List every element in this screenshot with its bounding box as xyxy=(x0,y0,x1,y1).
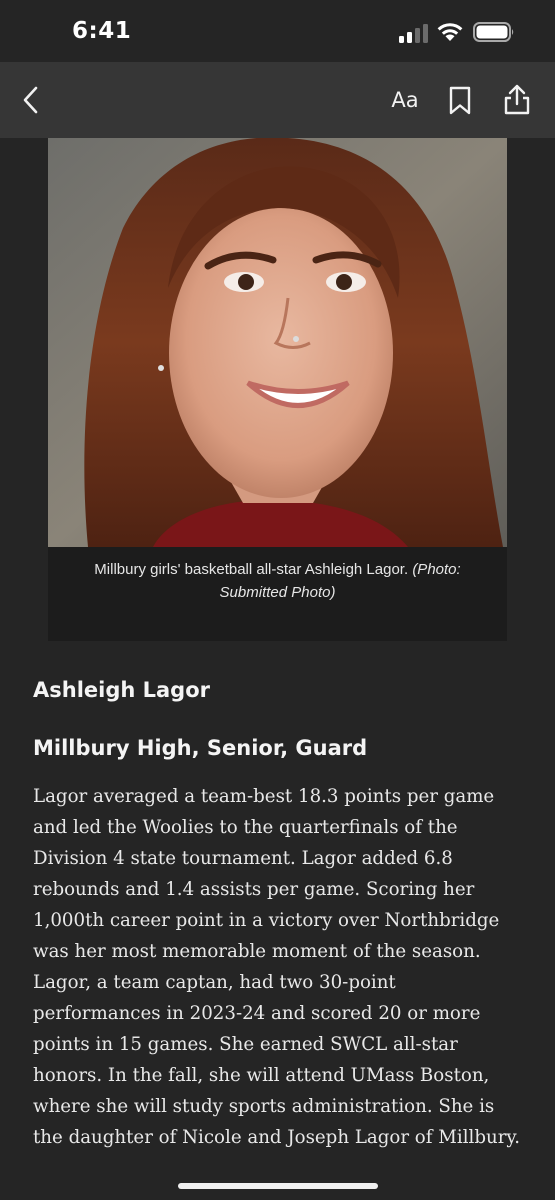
player-details: Millbury High, Senior, Guard xyxy=(33,736,368,760)
player-name: Ashleigh Lagor xyxy=(33,678,211,702)
photo-figure: Millbury girls' basketball all-star Ashl… xyxy=(48,138,507,641)
chevron-left-icon xyxy=(23,86,38,114)
article-paragraph: Lagor averaged a team-best 18.3 points p… xyxy=(33,786,521,1148)
article-toolbar: Aa xyxy=(0,62,555,138)
bookmark-button[interactable] xyxy=(446,82,474,118)
share-button[interactable] xyxy=(502,82,532,118)
battery-icon xyxy=(473,22,514,42)
status-time: 6:41 xyxy=(72,18,132,44)
wifi-icon xyxy=(437,23,463,41)
home-indicator[interactable] xyxy=(178,1183,378,1189)
photo-caption: Millbury girls' basketball all-star Ashl… xyxy=(60,558,495,604)
article-photo[interactable] xyxy=(48,138,507,547)
portrait-image xyxy=(48,138,507,547)
back-button[interactable] xyxy=(18,82,48,118)
share-icon xyxy=(504,84,530,115)
caption-text: Millbury girls' basketball all-star Ashl… xyxy=(94,561,409,578)
cellular-signal-icon xyxy=(399,24,428,43)
bookmark-icon xyxy=(449,86,471,115)
status-bar: 6:41 xyxy=(0,0,555,62)
text-size-button[interactable]: Aa xyxy=(386,82,424,118)
article-body: Ashleigh Lagor Millbury High, Senior, Gu… xyxy=(33,672,523,1153)
